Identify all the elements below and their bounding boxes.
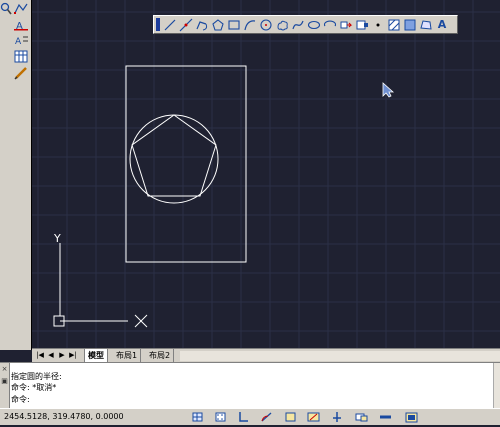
close-icon[interactable]: × — [1, 365, 8, 373]
otrack-icon[interactable] — [306, 410, 321, 424]
drawing-canvas[interactable]: Y A — [32, 0, 500, 348]
gradient-icon[interactable] — [403, 18, 417, 32]
coordinate-display[interactable]: 2454.5128, 319.4780, 0.0000 — [4, 411, 124, 423]
circle-entity — [129, 114, 219, 204]
command-history-line: 指定圆的半径: — [11, 372, 62, 381]
draw-toolbar-floating[interactable]: A — [153, 15, 458, 34]
ducs-icon[interactable] — [330, 410, 345, 424]
drawing-geometry: Y — [53, 65, 395, 328]
command-scrollbar[interactable] — [493, 363, 500, 409]
text-tool-icon[interactable]: A — [13, 17, 29, 32]
polar-icon[interactable] — [259, 410, 274, 424]
pencil-tool-icon[interactable] — [13, 65, 29, 80]
tab-model[interactable]: 模型 — [84, 349, 108, 363]
text-button-label: A — [437, 18, 447, 31]
horizontal-scrollbar[interactable] — [180, 351, 500, 361]
pentagon-entity — [131, 114, 217, 197]
construction-line-icon[interactable] — [179, 18, 193, 32]
zoom-icon[interactable] — [0, 0, 12, 18]
command-window: × ▣ 指定圆的半径: 命令: *取消* 命令: — [0, 362, 500, 409]
grid-icon[interactable] — [213, 410, 228, 424]
tab-layout2[interactable]: 布局2 — [146, 349, 175, 362]
tab-layout1[interactable]: 布局1 — [113, 349, 142, 362]
command-history-line: 命令: *取消* — [11, 383, 57, 392]
line-icon[interactable] — [163, 18, 177, 32]
multiline-text-icon[interactable]: A — [435, 18, 449, 32]
left-toolbar: A A — [0, 0, 32, 350]
ortho-icon[interactable] — [236, 410, 251, 424]
lwt-icon[interactable] — [378, 410, 393, 424]
svg-text:A: A — [15, 37, 22, 47]
point-icon[interactable] — [371, 18, 385, 32]
model-icon[interactable] — [404, 410, 419, 424]
rectangle-entity — [125, 65, 247, 263]
region-icon[interactable] — [419, 18, 433, 32]
mouse-cursor-icon — [382, 82, 395, 98]
hatch-icon[interactable] — [387, 18, 401, 32]
make-block-icon[interactable] — [355, 18, 369, 32]
prev-tab-icon[interactable]: ◀ — [47, 351, 55, 360]
arc-icon[interactable] — [243, 18, 257, 32]
insert-block-icon[interactable] — [339, 18, 353, 32]
ucs-icon — [53, 243, 148, 328]
command-window-grip[interactable]: × ▣ — [0, 363, 10, 409]
ucs-y-label: Y — [53, 232, 61, 245]
rectangle-icon[interactable] — [227, 18, 241, 32]
polygon-icon[interactable] — [211, 18, 225, 32]
properties-icon[interactable]: ▣ — [1, 377, 8, 385]
multiline-text-icon[interactable]: A — [13, 33, 29, 48]
next-tab-icon[interactable]: ▶ — [58, 351, 66, 360]
polyline-icon[interactable] — [195, 18, 209, 32]
command-prompt[interactable]: 命令: — [11, 395, 30, 405]
ellipse-arc-icon[interactable] — [323, 18, 337, 32]
snap-icon[interactable] — [190, 410, 205, 424]
polyline-tool-icon[interactable] — [13, 1, 29, 16]
revision-cloud-icon[interactable] — [275, 18, 289, 32]
status-bar: 2454.5128, 319.4780, 0.0000 — [0, 408, 500, 425]
ellipse-icon[interactable] — [307, 18, 321, 32]
osnap-icon[interactable] — [283, 410, 298, 424]
last-tab-icon[interactable]: ▶| — [69, 351, 77, 360]
dyn-icon[interactable] — [354, 410, 369, 424]
first-tab-icon[interactable]: |◀ — [36, 351, 44, 360]
table-tool-icon[interactable] — [13, 49, 29, 64]
layout-tabs-bar: |◀ ◀ ▶ ▶| 模型 布局1 布局2 — [32, 348, 500, 363]
spline-icon[interactable] — [291, 18, 305, 32]
toolbar-grip[interactable] — [156, 18, 160, 31]
circle-icon[interactable] — [259, 18, 273, 32]
